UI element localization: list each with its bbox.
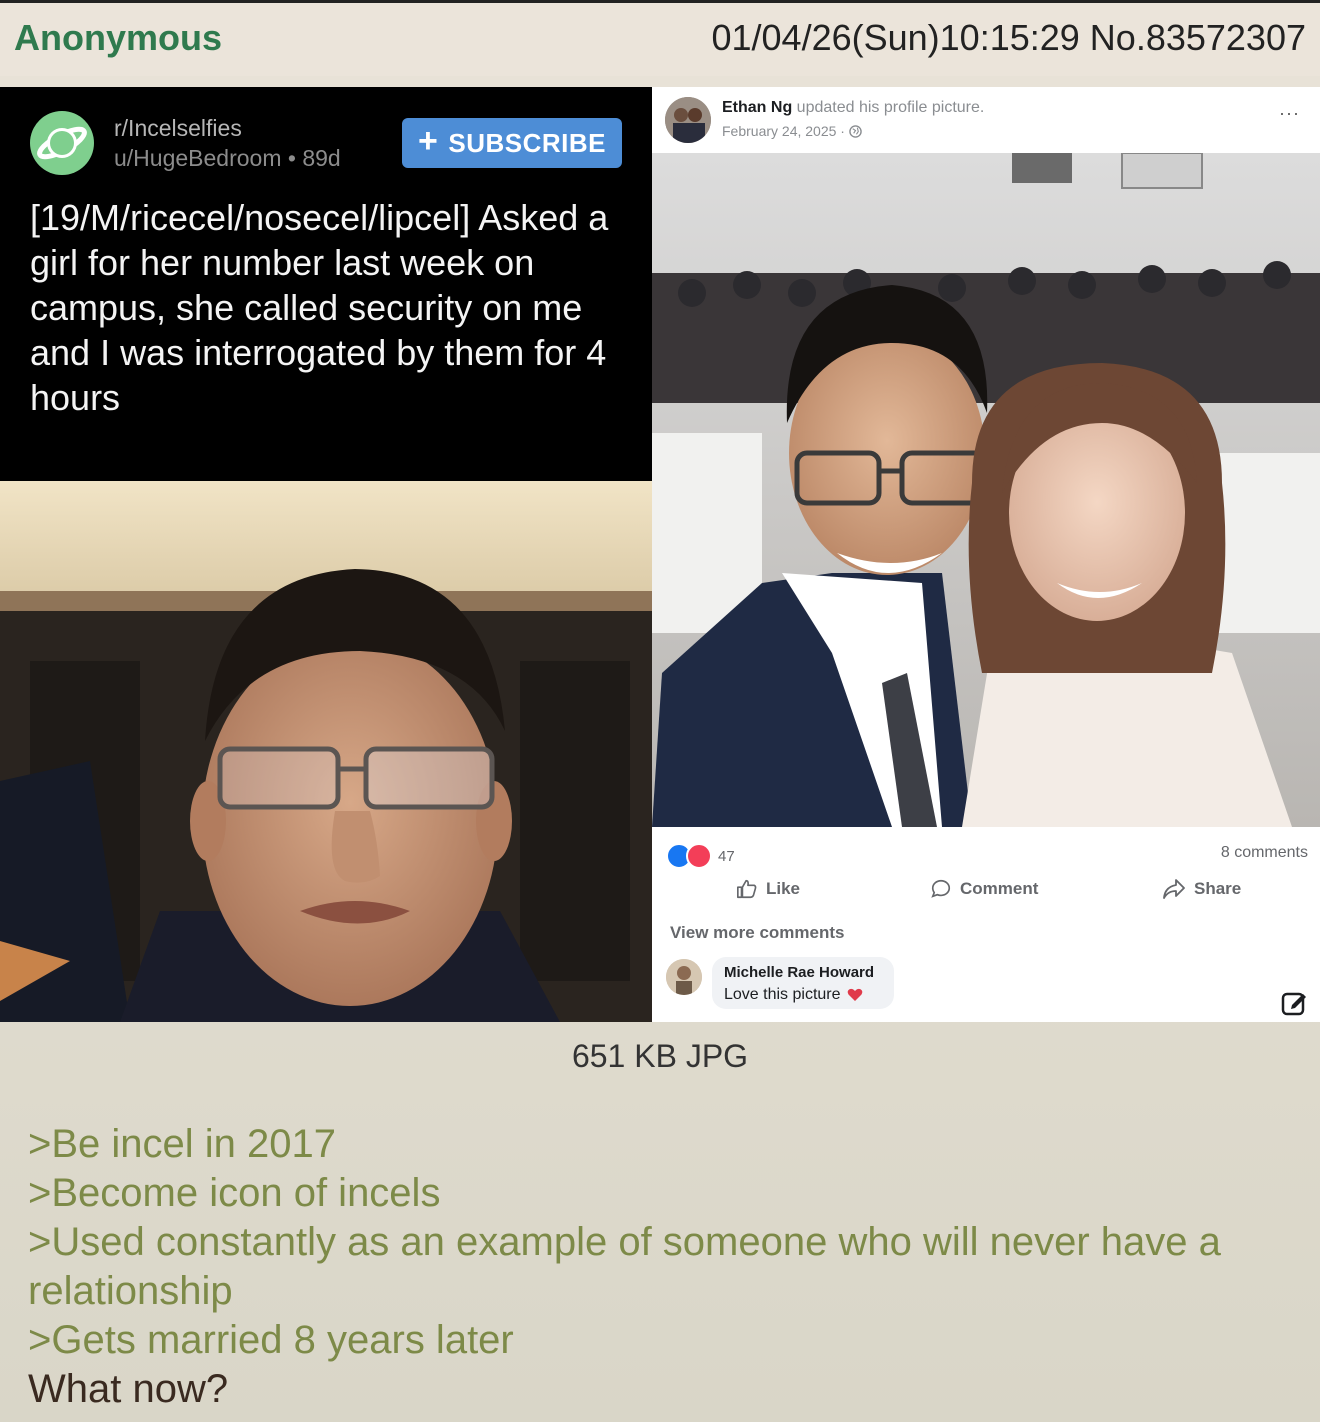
post-header: Anonymous 01/04/26(Sun)10:15:29 No.83572…: [0, 0, 1320, 76]
post-datetime: 01/04/26(Sun)10:15:29: [711, 17, 1080, 58]
post-author-meta: u/HugeBedroom • 89d: [114, 145, 341, 171]
like-button[interactable]: Like: [736, 878, 800, 900]
file-info[interactable]: 651 KB JPG: [0, 1038, 1320, 1075]
post-date-text: February 24, 2025 ·: [722, 123, 849, 139]
selfie-photo: [0, 481, 652, 1022]
reaction-summary[interactable]: 47: [666, 843, 735, 869]
subreddit-name[interactable]: r/Incelselfies: [114, 115, 242, 142]
profile-name[interactable]: Ethan Ng: [722, 99, 792, 116]
post-number[interactable]: No.83572307: [1090, 17, 1306, 58]
comment-body: Love this picture: [724, 986, 863, 1004]
profile-picture-photo[interactable]: [652, 153, 1320, 827]
post-info: 01/04/26(Sun)10:15:29 No.83572307: [711, 17, 1306, 59]
reddit-post-title: [19/M/ricecel/nosecel/lipcel] Asked a gi…: [30, 197, 609, 418]
like-label: Like: [766, 879, 801, 898]
post-body-line: What now?: [28, 1367, 229, 1411]
comment-label: Comment: [960, 879, 1039, 898]
globe-icon: [849, 125, 862, 138]
comment-count[interactable]: 8 comments: [1221, 844, 1308, 862]
post-body: >Be incel in 2017 >Become icon of incels…: [28, 1120, 1298, 1414]
post-date[interactable]: February 24, 2025 ·: [722, 123, 862, 139]
facebook-post-panel: Ethan Ng updated his profile picture. Fe…: [652, 87, 1320, 1022]
subscribe-button[interactable]: + SUBSCRIBE: [402, 118, 622, 168]
subscribe-label: SUBSCRIBE: [448, 127, 606, 158]
greentext-line: >Used constantly as an example of someon…: [28, 1220, 1221, 1313]
poster-name: Anonymous: [14, 17, 223, 58]
post-action-text: updated his profile picture.: [792, 99, 985, 116]
view-more-comments-link[interactable]: View more comments: [670, 923, 844, 943]
greentext-line: >Gets married 8 years later: [28, 1318, 514, 1362]
post-header-line: Ethan Ng updated his profile picture.: [722, 99, 984, 117]
love-reaction-icon: [686, 843, 712, 869]
more-options-icon[interactable]: ···: [1279, 103, 1300, 124]
commenter-name[interactable]: Michelle Rae Howard: [724, 964, 874, 981]
share-arrow-icon: [1163, 879, 1185, 899]
comment-button[interactable]: Comment: [930, 878, 1038, 900]
plus-icon: +: [418, 122, 439, 160]
greentext-line: >Become icon of incels: [28, 1171, 441, 1215]
share-button[interactable]: Share: [1162, 878, 1241, 900]
subreddit-planet-icon: [30, 111, 94, 175]
thumbs-up-icon: [737, 879, 757, 899]
profile-avatar[interactable]: [665, 97, 711, 143]
reddit-post-panel: r/Incelselfies u/HugeBedroom • 89d + SUB…: [0, 87, 652, 481]
heart-icon: [847, 988, 862, 1001]
greentext-line: >Be incel in 2017: [28, 1122, 337, 1166]
edit-icon[interactable]: [1280, 989, 1308, 1017]
reaction-count: 47: [718, 847, 735, 865]
comment-text: Love this picture: [724, 986, 841, 1003]
commenter-avatar[interactable]: [666, 959, 702, 995]
speech-bubble-icon: [931, 879, 951, 898]
comment-bubble: Michelle Rae Howard Love this picture: [712, 957, 894, 1009]
share-label: Share: [1194, 879, 1242, 898]
